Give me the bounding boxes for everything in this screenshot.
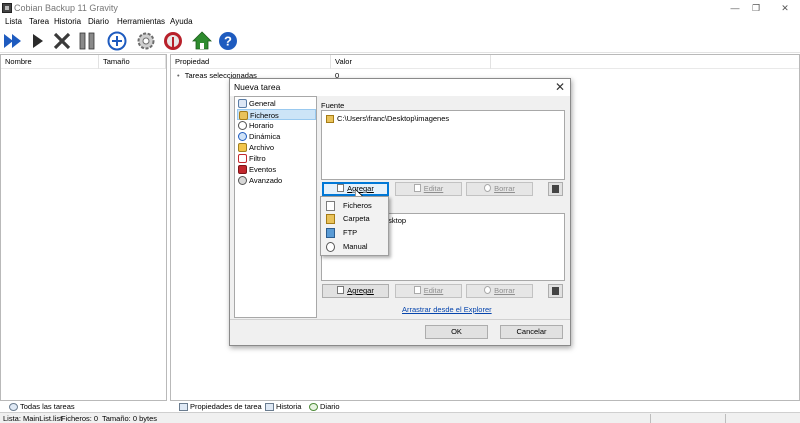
menu-historia[interactable]: Historia — [54, 16, 81, 28]
dialog-nav-list: General Ficheros Horario Dinámica Archiv… — [234, 96, 317, 318]
menu-bar: Lista Tarea Historia Diario Herramientas… — [0, 16, 800, 28]
menu-item-ficheros[interactable]: Ficheros — [324, 200, 386, 212]
dialog-close-icon[interactable]: ✕ — [555, 80, 565, 94]
folder-icon — [239, 111, 248, 120]
lock-destination-button[interactable] — [548, 284, 563, 298]
menu-diario[interactable]: Diario — [88, 16, 109, 28]
minimize-button[interactable]: — — [729, 2, 741, 14]
network-icon — [326, 228, 335, 238]
new-task-dialog: Nueva tarea ✕ General Ficheros Horario D… — [229, 78, 571, 346]
lock-icon — [552, 287, 559, 295]
dialog-title-bar: Nueva tarea ✕ — [230, 79, 570, 96]
column-value[interactable]: Valor — [331, 55, 491, 69]
task-list-pane[interactable]: Nombre Tamaño — [0, 54, 167, 401]
status-size: Tamaño: 0 bytes — [102, 414, 158, 423]
status-bar: Lista: MainList.list Ficheros: 0 Tamaño:… — [0, 412, 800, 423]
settings-icon[interactable] — [135, 30, 157, 52]
bullet-icon: • — [177, 71, 180, 80]
dialog-divider — [230, 319, 570, 320]
archive-icon — [238, 143, 247, 152]
nav-item-filtro[interactable]: Filtro — [237, 153, 316, 164]
advanced-gear-icon — [238, 176, 247, 185]
lock-icon — [552, 185, 559, 193]
drag-from-explorer-link[interactable]: Arrastrar desde el Explorer — [402, 305, 492, 314]
menu-item-manual[interactable]: Manual — [324, 241, 386, 253]
window-title: Cobian Backup 11 Gravity — [14, 3, 118, 13]
task-list-header: Nombre Tamaño — [1, 55, 166, 69]
menu-item-carpeta[interactable]: Carpeta — [324, 213, 386, 225]
menu-herramientas[interactable]: Herramientas — [117, 16, 165, 28]
menu-item-ftp[interactable]: FTP — [324, 227, 386, 239]
folder-icon — [326, 115, 334, 123]
general-icon — [238, 99, 247, 108]
dialog-title: Nueva tarea — [234, 82, 281, 92]
refresh-icon — [9, 403, 18, 411]
add-popup-menu: Ficheros Carpeta FTP Manual — [320, 196, 389, 256]
status-list: Lista: MainList.list — [3, 414, 63, 423]
app-icon — [2, 3, 12, 13]
edit-icon — [413, 184, 421, 192]
menu-tarea[interactable]: Tarea — [29, 16, 49, 28]
stop-icon[interactable] — [51, 30, 73, 52]
column-property[interactable]: Propiedad — [171, 55, 331, 69]
nav-item-eventos[interactable]: Eventos — [237, 164, 316, 175]
page-icon — [337, 184, 345, 192]
home-icon[interactable] — [191, 30, 213, 52]
edit-source-button[interactable]: Editar — [395, 182, 462, 196]
delete-source-button[interactable]: Borrar — [466, 182, 533, 196]
status-divider — [725, 414, 726, 423]
dynamic-icon — [238, 132, 247, 141]
nav-item-general[interactable]: General — [237, 98, 316, 109]
ok-button[interactable]: OK — [425, 325, 488, 339]
source-list[interactable]: C:\Users\franc\Desktop\imagenes — [321, 110, 565, 180]
menu-lista[interactable]: Lista — [5, 16, 22, 28]
log-icon — [309, 403, 318, 411]
folder-icon — [326, 214, 335, 224]
delete-icon — [484, 184, 492, 192]
nav-item-ficheros[interactable]: Ficheros — [237, 109, 316, 120]
help-icon[interactable]: ? — [217, 30, 239, 52]
page-icon — [337, 286, 345, 294]
edit-icon — [413, 286, 421, 294]
history-icon — [265, 403, 274, 411]
source-label: Fuente — [321, 101, 345, 110]
add-icon[interactable] — [106, 30, 128, 52]
delete-destination-button[interactable]: Borrar — [466, 284, 533, 298]
file-icon — [326, 201, 335, 211]
list-item[interactable]: C:\Users\franc\Desktop\imagenes — [326, 114, 449, 124]
pause-icon[interactable] — [76, 30, 98, 52]
title-bar: Cobian Backup 11 Gravity — ❐ ✕ — [0, 0, 800, 16]
close-button[interactable]: ✕ — [779, 2, 791, 14]
filter-icon — [238, 154, 247, 163]
run-icon[interactable] — [27, 30, 49, 52]
edit-destination-button[interactable]: Editar — [395, 284, 462, 298]
nav-item-avanzado[interactable]: Avanzado — [237, 175, 316, 186]
nav-item-archivo[interactable]: Archivo — [237, 142, 316, 153]
events-icon — [238, 165, 247, 174]
cancel-button[interactable]: Cancelar — [500, 325, 563, 339]
delete-icon — [484, 286, 492, 294]
svg-text:?: ? — [224, 34, 232, 49]
clock-icon — [238, 121, 247, 130]
add-destination-button[interactable]: Agregar — [322, 284, 389, 298]
status-divider — [650, 414, 651, 423]
nav-item-horario[interactable]: Horario — [237, 120, 316, 131]
nav-item-dinamica[interactable]: Dinámica — [237, 131, 316, 142]
lock-source-button[interactable] — [548, 182, 563, 196]
properties-icon — [179, 403, 188, 411]
column-size[interactable]: Tamaño — [99, 55, 166, 69]
antenna-icon[interactable] — [162, 30, 184, 52]
status-files: Ficheros: 0 — [61, 414, 99, 423]
manual-question-icon — [326, 242, 335, 252]
toolbar: ? — [0, 28, 800, 53]
maximize-button[interactable]: ❐ — [750, 2, 762, 14]
column-name[interactable]: Nombre — [1, 55, 99, 69]
run-all-icon[interactable] — [2, 30, 24, 52]
menu-ayuda[interactable]: Ayuda — [170, 16, 193, 28]
properties-header: Propiedad Valor — [171, 55, 799, 69]
